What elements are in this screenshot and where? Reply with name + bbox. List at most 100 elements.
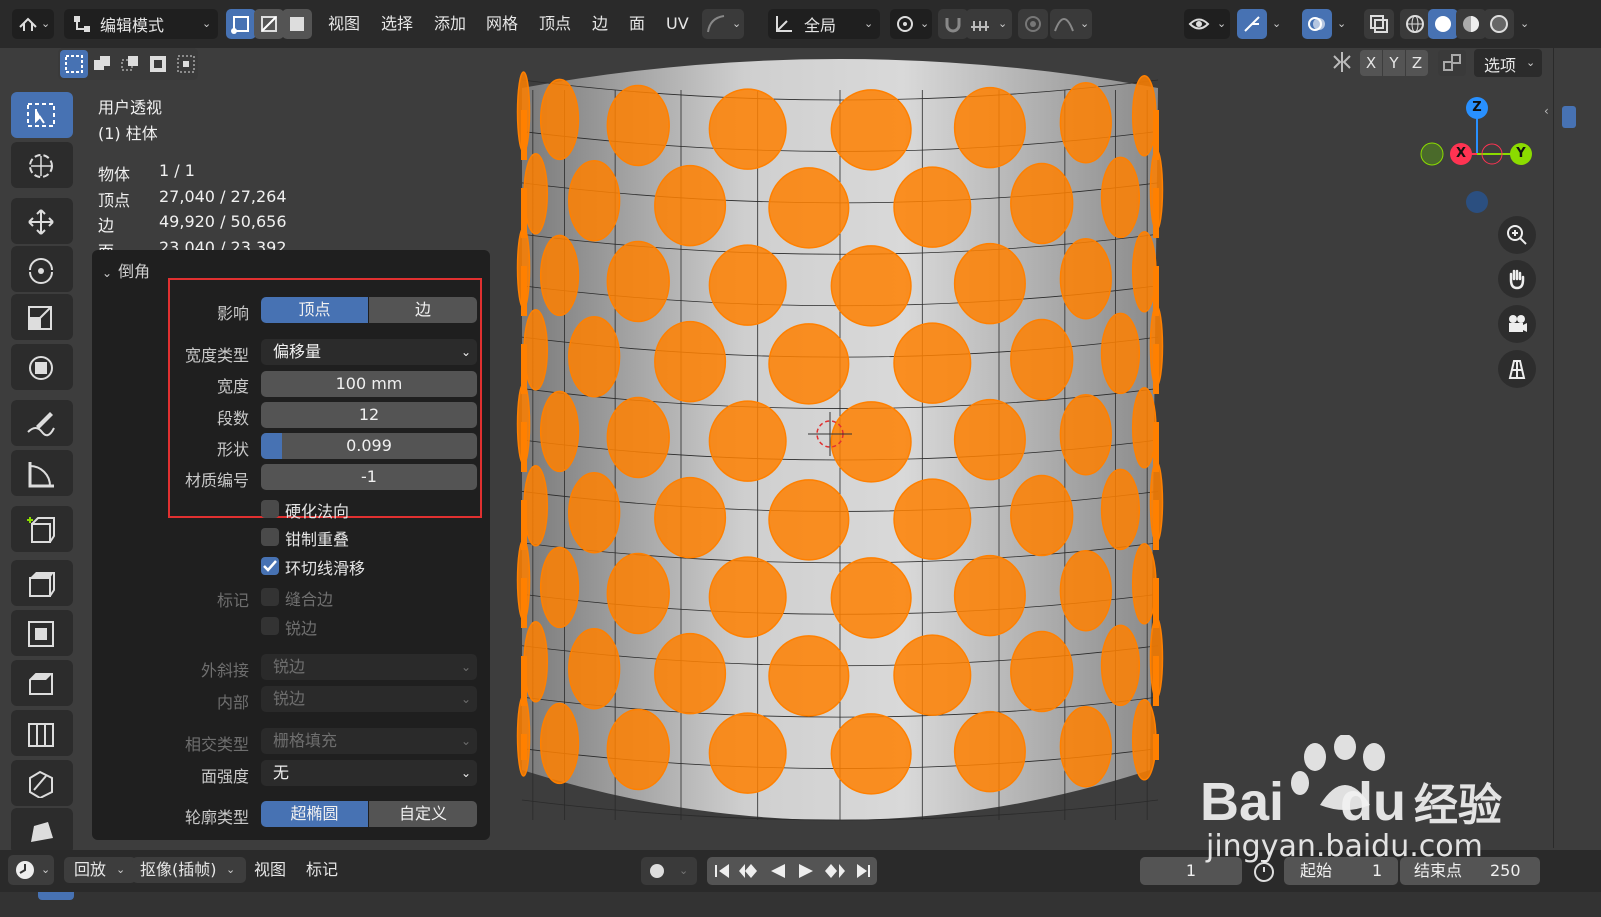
select-invert-button[interactable] <box>144 50 172 78</box>
tool-loop-cut[interactable] <box>11 710 73 756</box>
editor-type-dropdown[interactable]: ⌄ <box>12 9 54 39</box>
tool-scale[interactable] <box>11 294 73 340</box>
tool-measure[interactable] <box>11 450 73 496</box>
inner-miter-dropdown[interactable]: 锐边 ⌄ <box>261 686 477 712</box>
prev-keyframe-icon[interactable] <box>739 864 757 878</box>
width-field[interactable]: 100 mm <box>261 371 477 397</box>
panel-header[interactable]: ⌄ 倒角 <box>102 258 150 282</box>
menu-face[interactable]: 面 <box>629 10 645 38</box>
tool-transform[interactable] <box>11 344 73 390</box>
harden-normals-checkbox[interactable] <box>261 500 279 518</box>
face-strength-dropdown[interactable]: 无 ⌄ <box>261 760 477 786</box>
edge-select-mode-button[interactable] <box>254 9 284 39</box>
overlays-toggle-button[interactable] <box>1302 9 1332 39</box>
select-subtract-button[interactable] <box>116 50 144 78</box>
affect-vertices-button[interactable]: 顶点 <box>261 297 368 323</box>
profile-superellipse-button[interactable]: 超椭圆 <box>261 801 368 827</box>
visibility-dropdown[interactable]: ⌄ <box>1184 9 1230 39</box>
mark-sharp-checkbox[interactable] <box>261 617 279 635</box>
timeline-area[interactable] <box>0 892 1601 917</box>
shading-wireframe-button[interactable] <box>1400 9 1430 39</box>
gizmo-y-axis[interactable]: Y <box>1510 143 1532 165</box>
mark-seam-checkbox[interactable] <box>261 588 279 606</box>
stat-faces-clip: 面 23,040 / 23,392 <box>98 238 298 250</box>
gizmo-z-axis[interactable]: Z <box>1466 97 1488 119</box>
tool-add-cube[interactable] <box>11 506 73 552</box>
sidebar-tab[interactable] <box>1562 106 1576 128</box>
mirror-z-toggle[interactable]: Z <box>1406 50 1428 76</box>
clamp-overlap-checkbox[interactable] <box>261 528 279 546</box>
auto-keying-toggle[interactable]: ⌄ <box>641 857 697 885</box>
menu-edge[interactable]: 边 <box>592 10 608 38</box>
menu-vertex[interactable]: 顶点 <box>539 10 571 38</box>
tool-select-box[interactable] <box>11 92 73 138</box>
timeline-view-menu[interactable]: 视图 <box>254 857 286 883</box>
camera-view-button[interactable] <box>1498 305 1536 343</box>
tool-poly-build[interactable] <box>11 808 73 854</box>
frame-indicator[interactable] <box>38 892 74 900</box>
tool-cursor[interactable] <box>11 142 73 188</box>
mirror-x-toggle[interactable]: X <box>1360 50 1382 76</box>
snap-increment-dropdown[interactable]: ⌄ <box>966 9 1012 39</box>
affect-edges-button[interactable]: 边 <box>369 297 477 323</box>
tool-extrude[interactable] <box>11 560 73 606</box>
proportional-edit-button[interactable] <box>1018 9 1048 39</box>
menu-uv[interactable]: UV <box>666 10 689 38</box>
snap-target-dropdown[interactable]: ⌄ <box>702 9 744 39</box>
cylinder-mesh[interactable] <box>510 40 1170 850</box>
select-new-button[interactable] <box>60 50 88 78</box>
outer-miter-dropdown[interactable]: 锐边 ⌄ <box>261 654 477 680</box>
width-type-dropdown[interactable]: 偏移量 ⌄ <box>261 339 477 365</box>
tool-bevel[interactable] <box>11 660 73 706</box>
transform-orientation-dropdown[interactable]: 全局 ⌄ <box>768 9 880 39</box>
jump-start-icon[interactable] <box>715 864 729 878</box>
tool-move[interactable] <box>11 198 73 244</box>
timeline-marker-menu[interactable]: 标记 <box>306 857 338 883</box>
pan-button[interactable] <box>1498 260 1536 298</box>
tool-rotate[interactable] <box>11 246 73 292</box>
menu-mesh[interactable]: 网格 <box>486 10 518 38</box>
shape-slider[interactable]: 0.099 <box>261 433 477 459</box>
chevron-left-icon[interactable]: ‹ <box>1544 104 1549 118</box>
select-intersect-button[interactable] <box>172 50 200 78</box>
menu-view[interactable]: 视图 <box>328 10 360 38</box>
shading-solid-button[interactable] <box>1428 9 1458 39</box>
play-icon[interactable] <box>799 864 813 878</box>
intersection-type-dropdown[interactable]: 栅格填充 ⌄ <box>261 728 477 754</box>
selected-vertex-patch <box>606 84 670 167</box>
tool-annotate[interactable] <box>11 400 73 446</box>
timeline-editor-dropdown[interactable]: ⌄ <box>8 855 54 885</box>
perspective-toggle-button[interactable] <box>1498 350 1536 388</box>
menu-select[interactable]: 选择 <box>381 10 413 38</box>
play-reverse-icon[interactable] <box>771 864 785 878</box>
face-select-mode-button[interactable] <box>282 9 312 39</box>
segments-field[interactable]: 12 <box>261 402 477 428</box>
next-keyframe-icon[interactable] <box>825 864 845 878</box>
menu-add[interactable]: 添加 <box>434 10 466 38</box>
material-index-field[interactable]: -1 <box>261 464 477 490</box>
auto-merge-button[interactable] <box>1438 50 1466 76</box>
jump-end-icon[interactable] <box>857 864 870 878</box>
xray-toggle-button[interactable] <box>1364 9 1394 39</box>
tool-inset[interactable] <box>11 610 73 656</box>
mirror-y-toggle[interactable]: Y <box>1383 50 1405 76</box>
vertex-select-mode-button[interactable] <box>226 9 256 39</box>
profile-custom-button[interactable]: 自定义 <box>369 801 477 827</box>
shading-material-button[interactable] <box>1456 9 1486 39</box>
keying-menu[interactable]: 抠像(插帧) ⌄ <box>132 857 246 883</box>
loop-slide-checkbox[interactable] <box>261 557 279 575</box>
mode-label: 编辑模式 <box>100 16 165 35</box>
pivot-point-dropdown[interactable]: ⌄ <box>890 9 932 39</box>
snap-toggle-button[interactable] <box>938 9 968 39</box>
tool-knife[interactable] <box>11 760 73 806</box>
material-sphere-icon <box>1463 16 1479 32</box>
gizmo-toggle-button[interactable] <box>1237 9 1267 39</box>
mode-dropdown[interactable]: 编辑模式 ⌄ <box>64 9 218 39</box>
shading-rendered-button[interactable] <box>1484 9 1514 39</box>
select-extend-button[interactable] <box>88 50 116 78</box>
falloff-dropdown[interactable]: ⌄ <box>1050 9 1092 39</box>
options-dropdown[interactable]: 选项 ⌄ <box>1474 49 1542 77</box>
playback-menu[interactable]: 回放 ⌄ <box>64 857 136 883</box>
zoom-button[interactable] <box>1498 216 1536 254</box>
gizmo-x-axis[interactable]: X <box>1450 143 1472 165</box>
